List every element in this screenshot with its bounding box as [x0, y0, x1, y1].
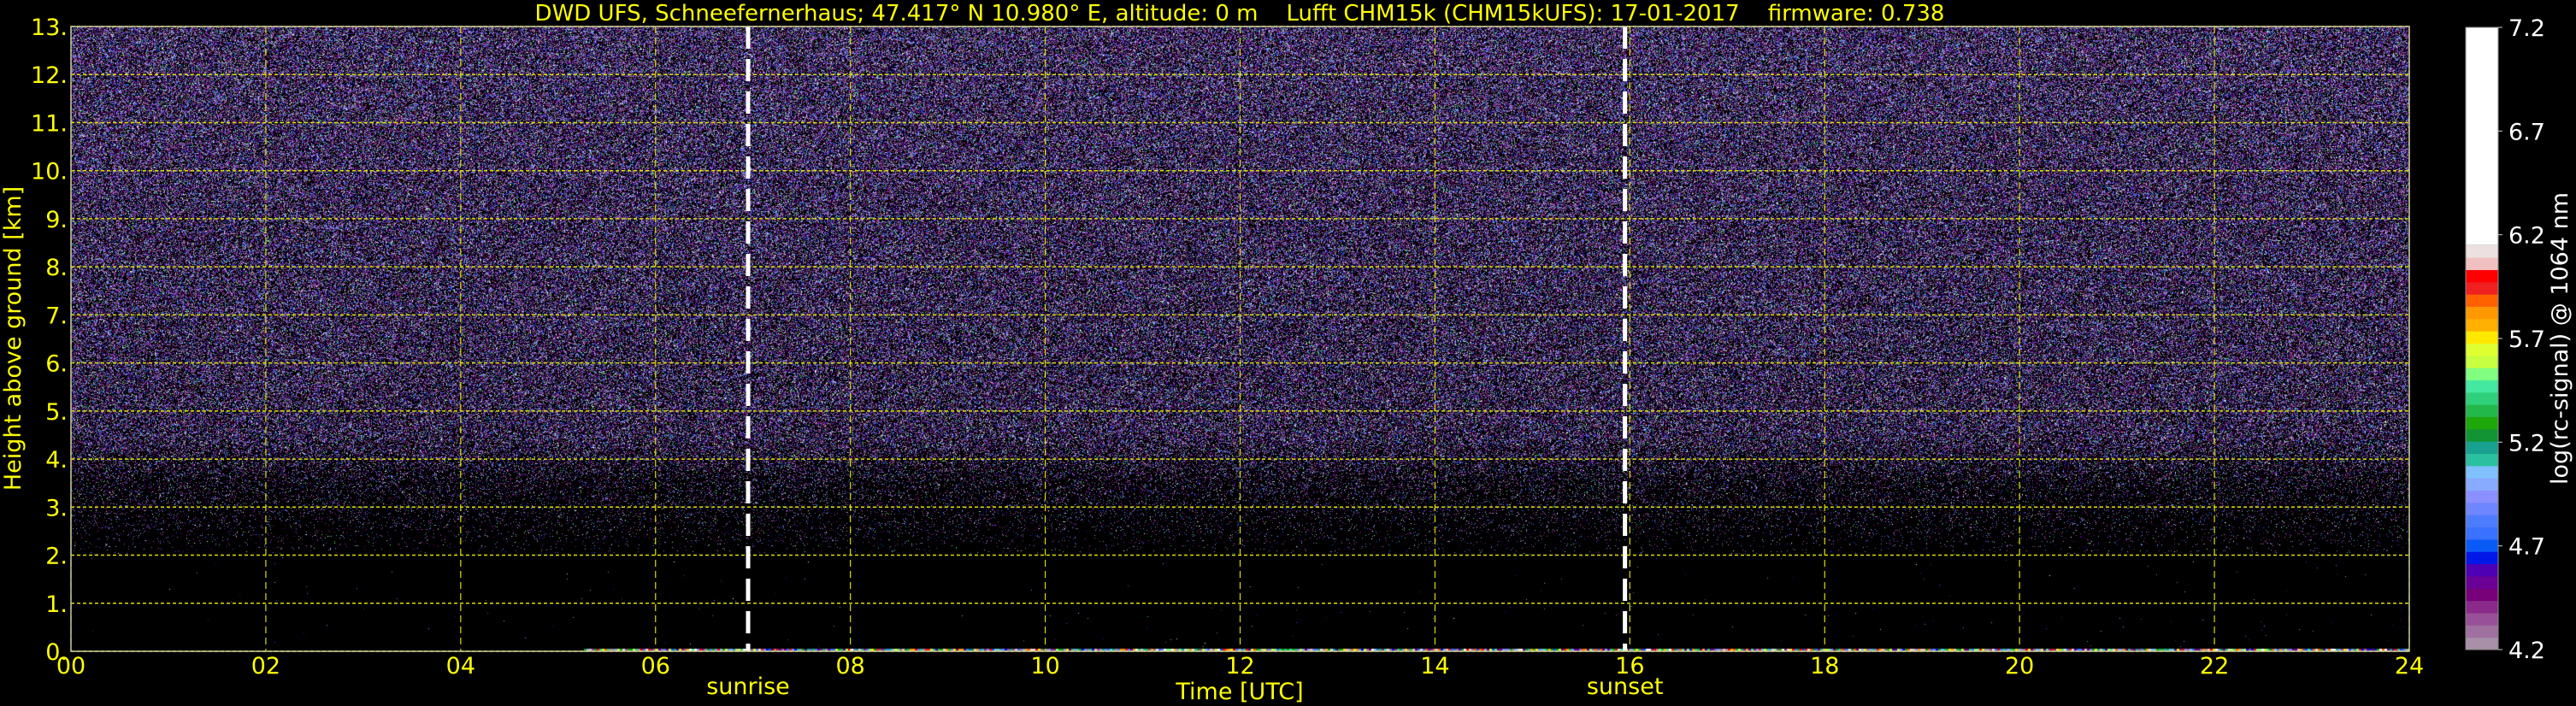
colorbar-bin: [2466, 441, 2498, 454]
colorbar-tick-label: 5.7: [2508, 327, 2545, 353]
x-tick-label: 14: [1420, 653, 1449, 680]
colorbar-bin: [2466, 515, 2498, 527]
colorbar-tick-label: 4.2: [2508, 638, 2545, 664]
y-tick-label: 6.: [45, 351, 68, 378]
colorbar-bin: [2466, 257, 2498, 270]
y-tick-label: 5.: [45, 399, 68, 426]
y-tick-label: 2.: [45, 544, 68, 570]
colorbar-bin: [2466, 601, 2498, 614]
x-axis-label: Time [UTC]: [1175, 679, 1303, 705]
x-tick-label: 18: [1810, 653, 1839, 680]
colorbar-tick-label: 6.7: [2508, 119, 2545, 145]
colorbar-bin: [2466, 368, 2498, 380]
colorbar-bin: [2466, 306, 2498, 319]
colorbar-bin: [2466, 356, 2498, 368]
colorbar-bin: [2466, 282, 2498, 295]
sunrise-label: sunrise: [706, 674, 790, 700]
x-tick-labels: 00 02 04 06 08 10 12 14 16 18 20 22 24: [56, 653, 2424, 680]
colorbar-bin: [2466, 344, 2498, 356]
colorbar-bin: [2466, 319, 2498, 332]
colorbar-tick-label: 7.2: [2508, 15, 2545, 42]
x-tick-label: 06: [641, 653, 670, 680]
colorbar-bin: [2466, 551, 2498, 564]
x-tick-label: 02: [251, 653, 280, 680]
colorbar-bin: [2466, 527, 2498, 540]
colorbar-bin: [2466, 588, 2498, 601]
y-tick-label: 8.: [45, 255, 68, 281]
y-tick-label: 13.: [31, 15, 68, 41]
colorbar-tick-label: 6.2: [2508, 223, 2545, 250]
chart-title: DWD UFS, Schneefernerhaus; 47.417° N 10.…: [535, 1, 1945, 26]
y-tick-labels: 0. 1. 2. 3. 4. 5. 6. 7. 8. 9. 10. 11. 12. 13.: [31, 15, 68, 666]
y-tick-label: 3.: [45, 495, 68, 521]
colorbar-bin: [2466, 429, 2498, 442]
colorbar-bin: [2466, 404, 2498, 417]
colorbar-bin: [2466, 27, 2498, 245]
colorbar-bin: [2466, 245, 2498, 258]
y-tick-label: 1.: [45, 591, 68, 618]
colorbar-bin: [2466, 539, 2498, 552]
colorbar-bin: [2466, 491, 2498, 503]
ceilometer-figure: sunrise sunset 00 02 04 06 08 10 12 14 16 18 20 22 24…: [0, 0, 2576, 706]
x-tick-label: 22: [2200, 653, 2229, 680]
colorbar-tick-label: 5.2: [2508, 430, 2545, 456]
colorbar-bin: [2466, 478, 2498, 491]
colorbar-bin: [2466, 380, 2498, 393]
colorbar-bin: [2466, 294, 2498, 307]
colorbar-bin: [2466, 269, 2498, 282]
y-tick-label: 0.: [45, 639, 68, 666]
colorbar-bin: [2466, 638, 2498, 650]
x-tick-label: 16: [1615, 653, 1644, 680]
grid: [71, 26, 2409, 651]
colorbar-bin: [2466, 625, 2498, 638]
colorbar-bin: [2466, 564, 2498, 577]
y-tick-label: 4.: [45, 447, 68, 474]
x-tick-label: 08: [835, 653, 864, 680]
x-tick-label: 24: [2395, 653, 2424, 680]
y-tick-label: 7.: [45, 303, 68, 329]
colorbar-bin: [2466, 613, 2498, 626]
colorbar-bin: [2466, 417, 2498, 430]
colorbar-bin: [2466, 503, 2498, 515]
x-tick-label: 04: [446, 653, 475, 680]
colorbar-bin: [2466, 331, 2498, 344]
colorbar-tick-label: 4.7: [2508, 534, 2545, 561]
x-tick-label: 10: [1030, 653, 1059, 680]
colorbar-bin: [2466, 454, 2498, 467]
colorbar-bin: [2466, 576, 2498, 589]
y-tick-label: 9.: [45, 207, 68, 233]
colorbar: [2466, 27, 2498, 650]
y-tick-label: 12.: [31, 62, 68, 89]
y-axis-label: Height above ground [km]: [0, 186, 27, 491]
colorbar-label: log(rc-signal) @ 1064 nm: [2547, 192, 2573, 485]
colorbar-bin: [2466, 466, 2498, 479]
x-tick-label: 12: [1225, 653, 1254, 680]
colorbar-bin: [2466, 392, 2498, 405]
y-tick-label: 10.: [31, 159, 68, 185]
y-tick-label: 11.: [31, 110, 68, 137]
x-tick-label: 20: [2005, 653, 2034, 680]
colorbar-tick-labels: 4.2 4.7 5.2 5.7 6.2 6.7 7.2: [2498, 15, 2545, 664]
